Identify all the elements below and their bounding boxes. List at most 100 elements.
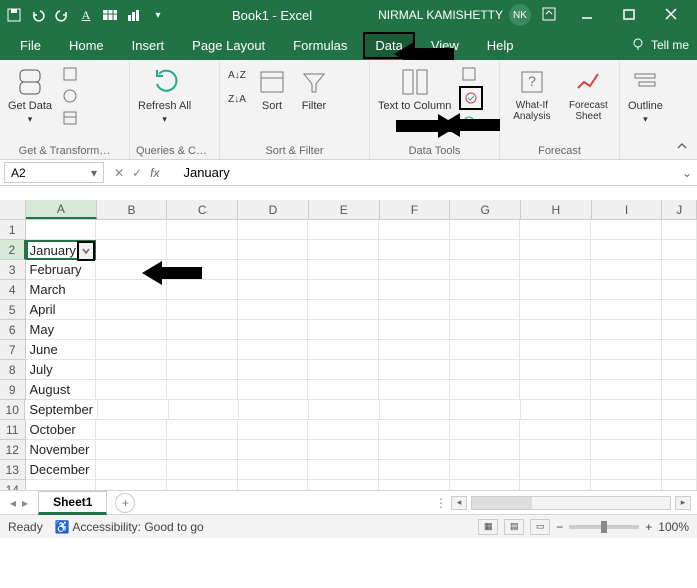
cell[interactable] xyxy=(308,480,379,490)
column-header[interactable]: F xyxy=(380,200,451,219)
expand-formula-bar-icon[interactable]: ⌄ xyxy=(677,160,697,185)
cell[interactable] xyxy=(662,460,697,480)
close-button[interactable] xyxy=(651,2,691,26)
cell[interactable] xyxy=(379,220,450,240)
cell[interactable] xyxy=(520,360,591,380)
cancel-icon[interactable]: ✕ xyxy=(114,166,124,180)
cell[interactable] xyxy=(167,420,238,440)
zoom-slider[interactable] xyxy=(569,525,639,529)
cell[interactable] xyxy=(167,220,238,240)
cell[interactable] xyxy=(379,280,450,300)
cell[interactable] xyxy=(238,420,309,440)
sort-desc-button[interactable]: Z↓A xyxy=(226,88,248,110)
cell[interactable] xyxy=(167,320,238,340)
cell[interactable] xyxy=(591,300,662,320)
tell-me[interactable]: Tell me xyxy=(651,38,689,52)
cell[interactable] xyxy=(591,420,662,440)
cell[interactable] xyxy=(520,460,591,480)
column-header[interactable]: B xyxy=(97,200,168,219)
scroll-track[interactable] xyxy=(471,496,671,510)
cell[interactable]: January xyxy=(26,240,97,260)
cell[interactable] xyxy=(238,380,309,400)
cell[interactable] xyxy=(450,320,521,340)
cell[interactable] xyxy=(450,460,521,480)
zoom-out-icon[interactable]: − xyxy=(556,520,563,534)
cell[interactable] xyxy=(520,300,591,320)
chart-icon[interactable] xyxy=(126,7,142,23)
cell[interactable] xyxy=(450,440,521,460)
cell[interactable] xyxy=(238,320,309,340)
cell[interactable] xyxy=(591,340,662,360)
row-header[interactable]: 4 xyxy=(0,280,26,300)
zoom-level[interactable]: 100% xyxy=(658,520,689,534)
cell[interactable] xyxy=(450,300,521,320)
cell[interactable] xyxy=(238,360,309,380)
tab-page-layout[interactable]: Page Layout xyxy=(180,32,277,59)
cell[interactable] xyxy=(380,400,450,420)
cell[interactable] xyxy=(379,380,450,400)
cell[interactable] xyxy=(238,220,309,240)
minimize-button[interactable] xyxy=(567,2,607,26)
cell[interactable] xyxy=(169,400,239,420)
cell[interactable] xyxy=(520,280,591,300)
whatif-button[interactable]: ? What-If Analysis xyxy=(506,64,558,124)
cell[interactable] xyxy=(591,220,662,240)
row-header[interactable]: 7 xyxy=(0,340,26,360)
cell[interactable]: October xyxy=(26,420,97,440)
cell[interactable]: July xyxy=(26,360,97,380)
cell[interactable] xyxy=(96,420,167,440)
cell[interactable] xyxy=(308,440,379,460)
cell[interactable] xyxy=(308,300,379,320)
cell[interactable] xyxy=(308,360,379,380)
cell[interactable] xyxy=(520,240,591,260)
cell[interactable] xyxy=(238,340,309,360)
cell[interactable] xyxy=(379,260,450,280)
cell[interactable] xyxy=(238,440,309,460)
cell[interactable] xyxy=(662,480,697,490)
cell[interactable] xyxy=(379,480,450,490)
row-header[interactable]: 12 xyxy=(0,440,26,460)
cell[interactable] xyxy=(96,340,167,360)
tab-file[interactable]: File xyxy=(8,32,53,59)
column-header[interactable]: C xyxy=(167,200,238,219)
cell[interactable] xyxy=(238,480,309,490)
cell[interactable] xyxy=(167,300,238,320)
undo-icon[interactable] xyxy=(30,7,46,23)
cell[interactable] xyxy=(450,380,521,400)
worksheet-grid[interactable]: A B C D E F G H I J 12January3February4M… xyxy=(0,200,697,490)
filter-button[interactable]: Filter xyxy=(296,64,332,114)
row-header[interactable]: 2 xyxy=(0,240,26,260)
outline-button[interactable]: Outline ▾ xyxy=(626,64,665,127)
cell[interactable] xyxy=(521,400,591,420)
cell[interactable] xyxy=(167,460,238,480)
cell[interactable] xyxy=(591,380,662,400)
forecast-sheet-button[interactable]: Forecast Sheet xyxy=(564,64,613,124)
scroll-left-icon[interactable]: ◂ xyxy=(451,496,467,510)
cell[interactable] xyxy=(662,420,697,440)
cell[interactable] xyxy=(238,240,309,260)
cell[interactable] xyxy=(520,480,591,490)
cell[interactable]: December xyxy=(26,460,97,480)
tab-formulas[interactable]: Formulas xyxy=(281,32,359,59)
cell[interactable] xyxy=(591,280,662,300)
cell[interactable] xyxy=(96,480,167,490)
cell[interactable] xyxy=(379,320,450,340)
chevron-down-icon[interactable]: ▾ xyxy=(91,166,97,180)
table-icon[interactable] xyxy=(102,7,118,23)
cell[interactable] xyxy=(662,440,697,460)
page-break-view-icon[interactable]: ▭ xyxy=(530,519,550,535)
cell[interactable] xyxy=(450,480,521,490)
cell[interactable]: September xyxy=(25,400,98,420)
row-header[interactable]: 6 xyxy=(0,320,26,340)
cell[interactable] xyxy=(167,440,238,460)
row-header[interactable]: 14 xyxy=(0,480,26,490)
cell[interactable] xyxy=(308,460,379,480)
cell[interactable] xyxy=(308,240,379,260)
column-header[interactable]: J xyxy=(662,200,697,219)
column-header[interactable]: H xyxy=(521,200,592,219)
cell[interactable] xyxy=(26,480,97,490)
from-text-icon[interactable] xyxy=(60,64,80,84)
cell[interactable] xyxy=(450,260,521,280)
cell[interactable] xyxy=(520,320,591,340)
cell[interactable] xyxy=(450,340,521,360)
